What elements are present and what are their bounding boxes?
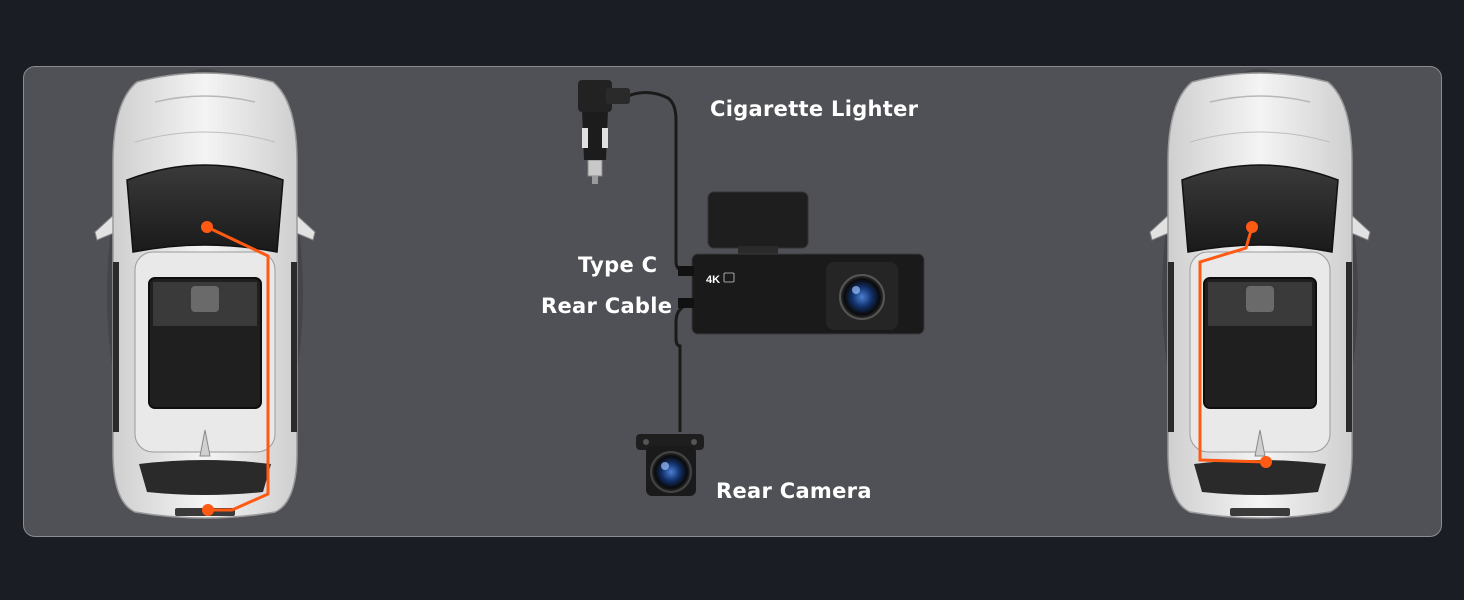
car-top-view-icon	[94, 68, 316, 520]
installation-diagram: 4K	[94, 68, 1371, 520]
rear-cable-label: Rear Cable	[541, 294, 673, 318]
left-front-mount-point	[201, 221, 213, 233]
rear-camera-icon	[636, 434, 704, 496]
cigarette-lighter-label: Cigarette Lighter	[710, 97, 919, 121]
right-rear-mount-point	[1260, 456, 1272, 468]
dash-camera-icon: 4K	[678, 191, 925, 335]
charger-cable	[627, 91, 691, 274]
rear-cable	[674, 302, 693, 432]
right-car-diagram	[1149, 68, 1371, 520]
rear-camera-label: Rear Camera	[716, 479, 872, 503]
left-car-diagram	[94, 68, 316, 520]
resolution-badge: 4K	[706, 274, 720, 286]
left-rear-mount-point	[202, 504, 214, 516]
right-front-mount-point	[1246, 221, 1258, 233]
type-c-label: Type C	[578, 253, 658, 277]
car-charger-icon	[577, 79, 631, 185]
car-top-view-icon	[1149, 68, 1371, 520]
